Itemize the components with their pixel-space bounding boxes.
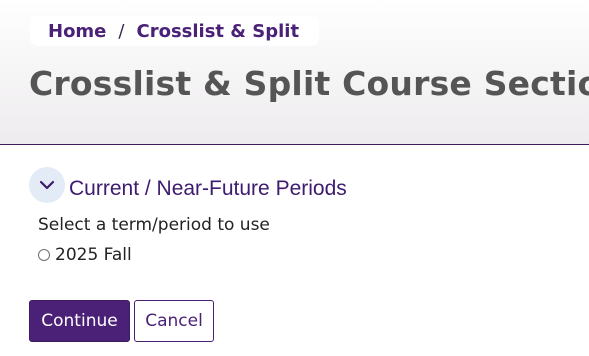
breadcrumb: Home / Crosslist & Split (30, 16, 320, 46)
section-title: Current / Near-Future Periods (69, 177, 347, 200)
term-option-label[interactable]: 2025 Fall (55, 245, 132, 265)
page-header: Home / Crosslist & Split Crosslist & Spl… (0, 0, 589, 145)
breadcrumb-crosslist-link[interactable]: Crosslist & Split (136, 21, 299, 42)
page: Home / Crosslist & Split Crosslist & Spl… (0, 0, 589, 356)
breadcrumb-home-link[interactable]: Home (48, 21, 106, 42)
term-option-row[interactable]: 2025 Fall (38, 245, 132, 265)
term-radio-button[interactable] (38, 249, 50, 261)
section-collapse-toggle[interactable] (29, 167, 65, 203)
page-title: Crosslist & Split Course Sections (29, 64, 589, 103)
chevron-down-icon (39, 180, 55, 190)
term-select-prompt: Select a term/period to use (38, 215, 270, 235)
cancel-button[interactable]: Cancel (134, 300, 214, 342)
breadcrumb-separator: / (118, 20, 125, 42)
continue-button[interactable]: Continue (29, 300, 130, 342)
